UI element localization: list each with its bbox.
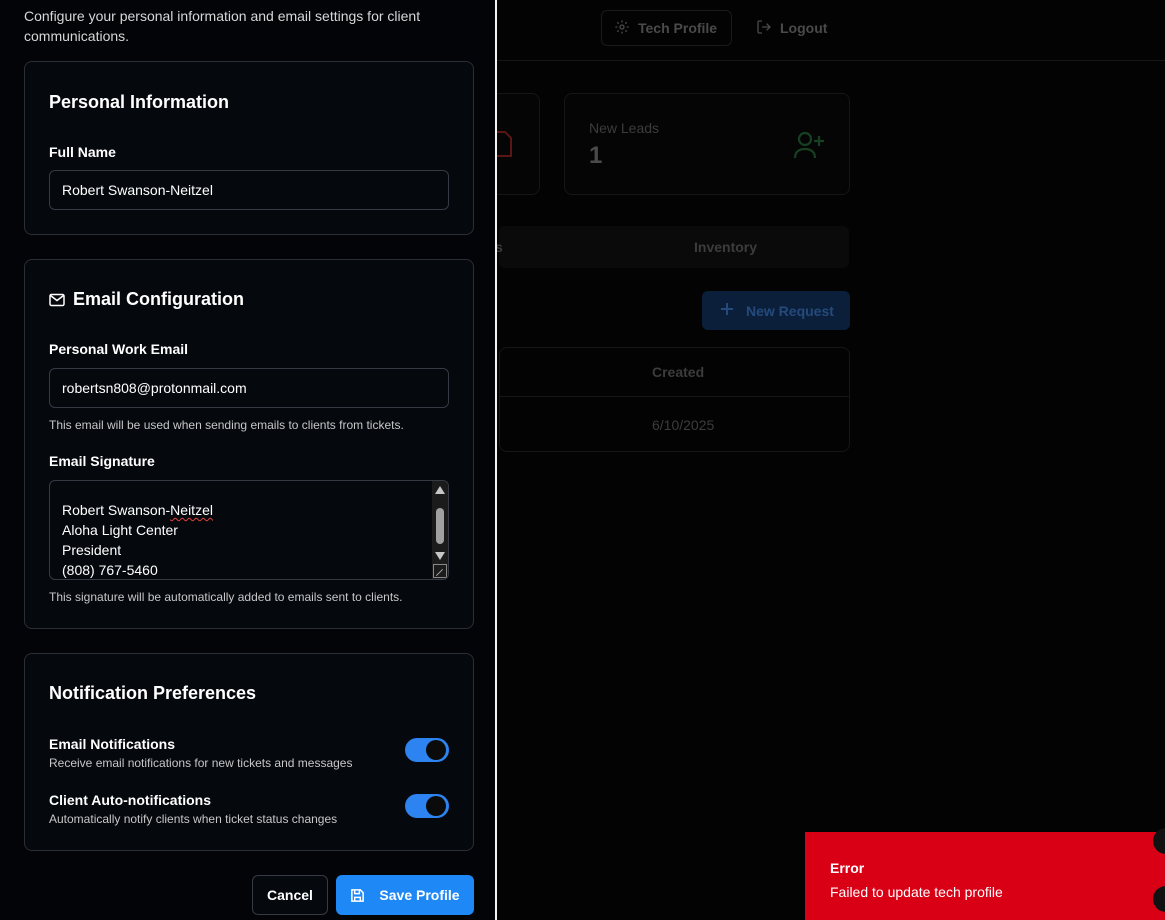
personal-information-title: Personal Information (49, 92, 229, 113)
plus-icon (720, 302, 734, 319)
scroll-thumb[interactable] (436, 508, 444, 544)
gear-icon (614, 19, 630, 38)
cancel-label: Cancel (267, 887, 313, 903)
signature-line: (808) 767-5460 (62, 562, 158, 578)
tab-list: s Inventory (495, 226, 849, 268)
scroll-up-arrow-icon[interactable] (435, 486, 445, 494)
toggle-knob (426, 796, 446, 816)
full-name-label: Full Name (49, 144, 116, 160)
new-request-button[interactable]: New Request (702, 291, 850, 330)
created-cell: 6/10/2025 (652, 417, 715, 433)
tech-profile-label: Tech Profile (638, 20, 718, 36)
work-email-hint: This email will be used when sending ema… (49, 418, 404, 432)
toast-close-button[interactable] (1153, 828, 1165, 854)
notification-preferences-title-text: Notification Preferences (49, 683, 257, 703)
signature-textarea[interactable]: Robert Swanson-Neitzel Aloha Light Cente… (49, 480, 449, 580)
new-leads-label: New Leads (589, 120, 660, 136)
created-header: Created (652, 364, 705, 380)
tech-profile-drawer: Configure your personal information and … (0, 0, 497, 920)
user-plus-icon (793, 130, 825, 165)
tech-profile-button[interactable]: Tech Profile (601, 10, 732, 46)
drawer-description: Configure your personal information and … (24, 8, 421, 44)
save-profile-label: Save Profile (379, 887, 460, 903)
work-email-input[interactable] (49, 368, 449, 408)
signature-line: Aloha Light Center (62, 522, 178, 538)
save-icon (350, 888, 365, 903)
mail-icon (49, 293, 65, 307)
notification-preferences-section: Notification Preferences Email Notificat… (24, 653, 474, 851)
logout-button[interactable]: Logout (744, 10, 839, 46)
client-auto-notifications-desc: Automatically notify clients when ticket… (49, 812, 338, 826)
signature-line: President (62, 542, 122, 558)
personal-information-title-text: Personal Information (49, 92, 230, 112)
signature-line: Robert Swanson-Neitzel (62, 500, 213, 520)
scroll-down-arrow-icon[interactable] (435, 552, 445, 560)
toast-message: Failed to update tech profile (830, 884, 1003, 900)
email-notifications-title: Email Notifications (49, 736, 176, 752)
logout-icon (756, 19, 772, 38)
email-configuration-title-text: Email Configuration (73, 289, 244, 309)
email-notifications-desc: Receive email notifications for new tick… (49, 756, 353, 770)
tab-inventory[interactable]: Inventory (694, 239, 757, 255)
new-leads-card: New Leads 1 (564, 93, 850, 195)
toggle-knob (426, 740, 446, 760)
table-header: Created (500, 348, 849, 397)
signature-name-part: Robert Swanson- (62, 502, 171, 518)
signature-label: Email Signature (49, 453, 155, 469)
notification-preferences-title: Notification Preferences (49, 683, 256, 704)
requests-table: Created 6/10/2025 (499, 347, 850, 452)
email-notifications-toggle[interactable] (405, 738, 449, 762)
client-auto-notifications-toggle[interactable] (405, 794, 449, 818)
signature-content: Robert Swanson-Neitzel Aloha Light Cente… (62, 500, 213, 579)
logout-label: Logout (780, 20, 828, 36)
full-name-input[interactable] (49, 170, 449, 210)
new-leads-count: 1 (589, 142, 603, 169)
signature-hint: This signature will be automatically add… (49, 590, 403, 604)
email-configuration-section: Email Configuration Personal Work Email … (24, 259, 474, 629)
error-toast: Error Failed to update tech profile (805, 828, 1165, 920)
spellcheck-flagged-word: Neitzel (170, 502, 213, 518)
work-email-label: Personal Work Email (49, 341, 189, 357)
cancel-button[interactable]: Cancel (252, 875, 328, 915)
client-auto-notifications-title: Client Auto-notifications (49, 792, 212, 808)
toast-title: Error (830, 860, 865, 876)
save-profile-button[interactable]: Save Profile (336, 875, 474, 915)
resize-handle-icon[interactable] (433, 564, 447, 578)
email-configuration-title: Email Configuration (49, 289, 244, 310)
personal-information-section: Personal Information Full Name (24, 61, 474, 235)
new-request-label: New Request (746, 302, 834, 319)
toast-action-button[interactable] (1153, 886, 1165, 912)
